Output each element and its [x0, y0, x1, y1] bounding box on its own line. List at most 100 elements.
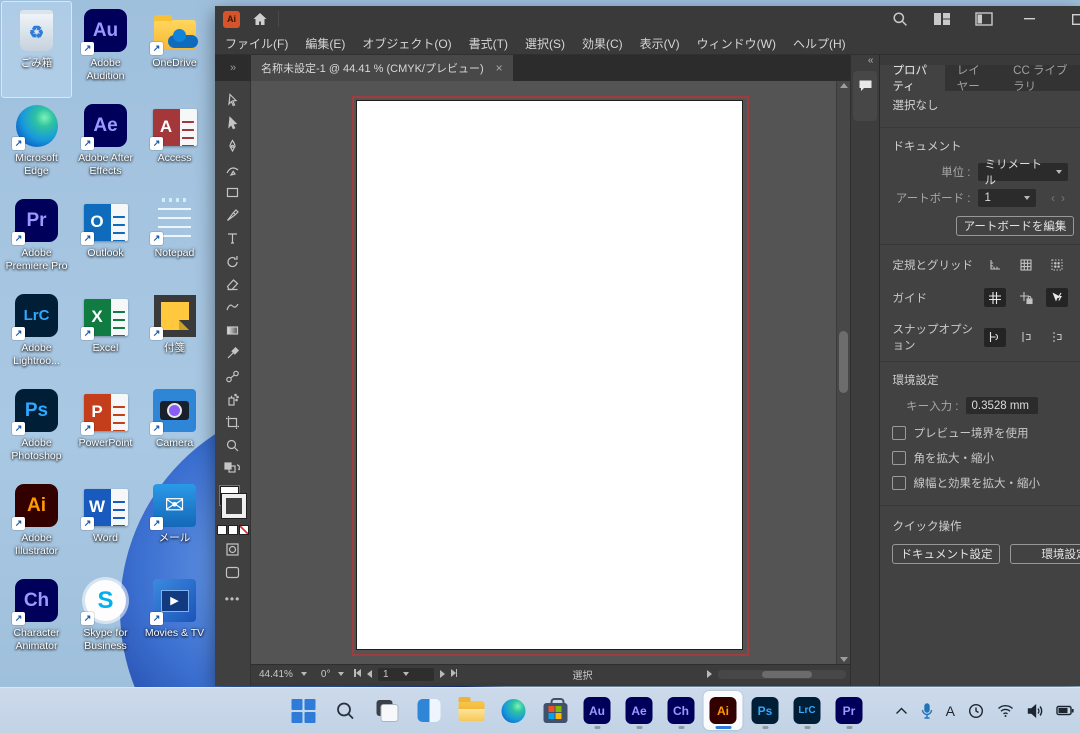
menu-window[interactable]: ウィンドウ(W): [697, 35, 776, 52]
first-artboard-icon[interactable]: [354, 669, 361, 680]
toolbar-expand-icon[interactable]: »: [215, 55, 251, 81]
vertical-scrollbar[interactable]: [836, 81, 850, 664]
maximize-icon[interactable]: [1062, 8, 1080, 30]
scroll-down-icon[interactable]: [840, 657, 848, 662]
desktop-icon-powerpoint[interactable]: P PowerPoint: [71, 382, 140, 477]
screen-mode-icon[interactable]: [221, 563, 245, 581]
snap-to-grid-icon[interactable]: [1015, 328, 1037, 347]
menu-object[interactable]: オブジェクト(O): [362, 35, 451, 52]
desktop-icon-recycle-bin[interactable]: ごみ箱: [2, 2, 71, 97]
menu-type[interactable]: 書式(T): [469, 35, 508, 52]
edit-toolbar-ellipsis-icon[interactable]: •••: [225, 592, 241, 606]
desktop-icon-notepad[interactable]: Notepad: [140, 192, 209, 287]
desktop-icon-character-animator[interactable]: Ch Character Animator: [2, 572, 71, 667]
direct-selection-tool[interactable]: [221, 114, 245, 132]
menu-edit[interactable]: 編集(E): [305, 35, 345, 52]
ime-mode-indicator[interactable]: A: [946, 703, 955, 719]
snap-to-point-icon[interactable]: [984, 328, 1006, 347]
next-artboard-chevron-icon[interactable]: ›: [1058, 191, 1068, 205]
taskbar-premiere-pro-button[interactable]: Pr: [830, 691, 869, 730]
desktop-icon-word[interactable]: W Word: [71, 477, 140, 572]
gradient-swatch-icon[interactable]: [228, 525, 238, 535]
last-artboard-icon[interactable]: [451, 669, 458, 680]
desktop-icon-adobe-audition[interactable]: Au Adobe Audition: [71, 2, 140, 97]
zoom-level-dropdown[interactable]: 44.41%: [255, 667, 311, 681]
edge-button[interactable]: [494, 691, 533, 730]
home-icon[interactable]: [252, 12, 268, 26]
stroke-swatch[interactable]: [222, 494, 246, 518]
artboard[interactable]: [356, 100, 743, 650]
taskbar-lightroom-classic-button[interactable]: LrC: [788, 691, 827, 730]
desktop-icon-adobe-photoshop[interactable]: Ps Adobe Photoshop: [2, 382, 71, 477]
desktop-icon-adobe-lightroom-classic[interactable]: LrC Adobe Lightroo...: [2, 287, 71, 382]
artboard-dropdown[interactable]: 1: [978, 189, 1036, 207]
clock-icon[interactable]: [968, 703, 984, 719]
start-button[interactable]: [284, 691, 323, 730]
keyboard-increment-input[interactable]: 0.3528 mm: [966, 397, 1038, 414]
desktop-icon-skype-for-business[interactable]: S Skype for Business: [71, 572, 140, 667]
shaper-tool[interactable]: [221, 298, 245, 316]
curvature-tool[interactable]: [221, 160, 245, 178]
task-view-button[interactable]: [368, 691, 407, 730]
horizontal-scrollbar[interactable]: [718, 670, 846, 679]
desktop-icon-adobe-after-effects[interactable]: Ae Adobe After Effects: [71, 97, 140, 192]
draw-mode-icon[interactable]: [221, 540, 245, 558]
none-swatch-icon[interactable]: [239, 525, 249, 535]
taskbar-search-button[interactable]: [326, 691, 365, 730]
taskbar-photoshop-button[interactable]: Ps: [746, 691, 785, 730]
next-artboard-icon[interactable]: [440, 670, 445, 678]
close-tab-icon[interactable]: ×: [496, 61, 503, 75]
lock-guides-icon[interactable]: [1015, 288, 1037, 307]
taskbar-character-animator-button[interactable]: Ch: [662, 691, 701, 730]
search-icon[interactable]: [888, 8, 912, 30]
widgets-button[interactable]: [410, 691, 449, 730]
horizontal-scroll-thumb[interactable]: [762, 671, 812, 678]
preferences-button[interactable]: 環境設定: [1010, 544, 1080, 564]
volume-icon[interactable]: [1027, 704, 1043, 718]
use-preview-bounds-checkbox[interactable]: [892, 426, 906, 440]
desktop-icon-adobe-premiere-pro[interactable]: Pr Adobe Premiere Pro: [2, 192, 71, 287]
tab-layers[interactable]: レイヤー: [945, 65, 1001, 91]
type-tool[interactable]: [221, 229, 245, 247]
canvas-pasteboard[interactable]: [251, 81, 850, 664]
desktop-icon-outlook[interactable]: O Outlook: [71, 192, 140, 287]
microphone-icon[interactable]: [921, 703, 933, 719]
document-tab[interactable]: 名称未設定-1 @ 44.41 % (CMYK/プレビュー) ×: [251, 55, 513, 81]
menu-view[interactable]: 表示(V): [640, 35, 680, 52]
pen-tool[interactable]: [221, 137, 245, 155]
taskbar-audition-button[interactable]: Au: [578, 691, 617, 730]
document-setup-button[interactable]: ドキュメント設定: [892, 544, 1000, 564]
workspace-switcher-icon[interactable]: [972, 8, 996, 30]
status-flyout-icon[interactable]: [707, 670, 712, 678]
paintbrush-tool[interactable]: [221, 206, 245, 224]
minimize-icon[interactable]: [1014, 8, 1044, 30]
tab-properties[interactable]: プロパティ: [880, 65, 944, 91]
ruler-icon[interactable]: [984, 255, 1006, 274]
desktop-icon-adobe-illustrator[interactable]: Ai Adobe Illustrator: [2, 477, 71, 572]
snap-to-pixel-icon[interactable]: [1046, 328, 1068, 347]
menu-select[interactable]: 選択(S): [525, 35, 565, 52]
fill-stroke-swatches[interactable]: [220, 486, 246, 518]
rotation-dropdown[interactable]: 0°: [317, 667, 349, 681]
desktop-icon-access[interactable]: A Access: [140, 97, 209, 192]
rectangle-tool[interactable]: [221, 183, 245, 201]
scale-corners-checkbox[interactable]: [892, 451, 906, 465]
previous-artboard-chevron-icon[interactable]: ‹: [1048, 191, 1058, 205]
desktop-icon-movies-tv[interactable]: ▶ Movies & TV: [140, 572, 209, 667]
vertical-scroll-thumb[interactable]: [839, 331, 848, 393]
desktop-icon-microsoft-edge[interactable]: Microsoft Edge: [2, 97, 71, 192]
zoom-tool[interactable]: [221, 436, 245, 454]
selection-tool[interactable]: [221, 91, 245, 109]
tab-cc-libraries[interactable]: CC ライブラリ: [1001, 65, 1080, 91]
blend-tool[interactable]: [221, 367, 245, 385]
desktop-icon-mail[interactable]: メール: [140, 477, 209, 572]
symbol-sprayer-tool[interactable]: [221, 390, 245, 408]
taskbar-illustrator-button[interactable]: Ai: [704, 691, 743, 730]
gradient-tool[interactable]: [221, 321, 245, 339]
unit-dropdown[interactable]: ミリメートル: [978, 163, 1068, 181]
artboard-number-dropdown[interactable]: 1: [378, 668, 434, 681]
scale-strokes-effects-checkbox[interactable]: [892, 476, 906, 490]
taskbar-after-effects-button[interactable]: Ae: [620, 691, 659, 730]
hidden-icons-chevron-icon[interactable]: [895, 707, 908, 715]
file-explorer-button[interactable]: [452, 691, 491, 730]
